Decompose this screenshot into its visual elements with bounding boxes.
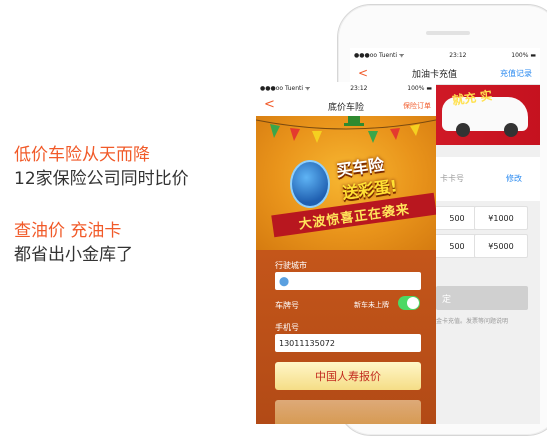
- speaker-grille: [426, 31, 470, 35]
- front-phone-screen: ●●●oo Tuenti ᯤ 23:12 100% ▬ < 底价车险 保险订单 …: [256, 82, 436, 424]
- plate-label: 车牌号: [275, 301, 299, 310]
- phone-input[interactable]: 13011135072: [275, 334, 421, 352]
- back-chevron-icon[interactable]: <: [358, 66, 368, 80]
- battery-label: 100% ▬: [407, 84, 432, 92]
- status-bar: ●●●oo Tuenti ᯤ 23:12 100% ▬: [350, 48, 540, 62]
- amount-option[interactable]: ¥1000: [474, 206, 528, 230]
- promo-subline-insurance: 12家保险公司同时比价: [14, 169, 189, 189]
- clock-label: 23:12: [449, 51, 467, 59]
- car-wheel: [504, 123, 518, 137]
- promo-subline-fuel: 都省出小金库了: [14, 245, 133, 265]
- back-chevron-icon[interactable]: <: [264, 97, 275, 112]
- page-title: 加油卡充值: [412, 69, 458, 80]
- new-car-toggle[interactable]: [398, 296, 420, 310]
- next-button-partial[interactable]: [275, 400, 421, 424]
- nav-bar: < 底价车险 保险订单: [256, 94, 436, 117]
- card-number-input[interactable]: 卡卡号: [440, 173, 464, 184]
- edit-link[interactable]: 修改: [506, 173, 522, 184]
- phone-label: 手机号: [275, 323, 299, 332]
- amount-option[interactable]: ¥5000: [474, 234, 528, 258]
- city-input[interactable]: ⬤: [275, 272, 421, 290]
- promo-hero-banner[interactable]: 买车险 送彩蛋! 大波惊喜正在袭来: [256, 116, 436, 250]
- phone-value: 13011135072: [279, 338, 335, 348]
- insurance-form: 行驶城市 ⬤ 车牌号 新车未上牌 手机号 13011135072 中国人寿报价: [256, 250, 436, 424]
- page-title: 底价车险: [328, 103, 365, 113]
- status-bar: ●●●oo Tuenti ᯤ 23:12 100% ▬: [256, 82, 436, 94]
- carrier-label: ●●●oo Tuenti ᯤ: [260, 85, 311, 92]
- location-pin-icon: ⬤: [279, 276, 290, 287]
- bunting-flags-icon: [256, 116, 436, 143]
- promo-headline-fuel: 查油价 充油卡: [14, 221, 122, 241]
- easter-egg-icon: [290, 160, 330, 208]
- promo-headline-insurance: 低价车险从天而降: [14, 145, 150, 165]
- carrier-label: ●●●oo Tuenti ᯤ: [354, 52, 405, 59]
- city-label: 行驶城市: [275, 261, 307, 270]
- confirm-button[interactable]: 定: [436, 286, 528, 310]
- recharge-records-link[interactable]: 充值记录: [500, 68, 532, 79]
- insurance-orders-link[interactable]: 保险订单: [403, 101, 431, 111]
- quote-button[interactable]: 中国人寿报价: [275, 362, 421, 390]
- clock-label: 23:12: [350, 84, 368, 92]
- car-wheel: [456, 123, 470, 137]
- fine-print: 金卡充值。发票等问题说明: [436, 318, 509, 325]
- battery-label: 100% ▬: [511, 51, 536, 59]
- new-car-label: 新车未上牌: [354, 301, 389, 309]
